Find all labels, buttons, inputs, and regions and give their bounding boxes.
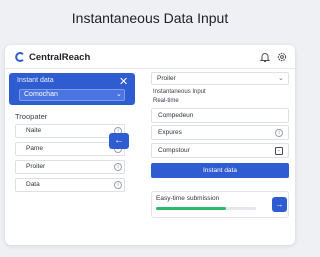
list-item-label: Naite [26,127,42,134]
instantaneous-input-label: Instantaneous Input [153,89,206,95]
submission-label: Easy-time submission [156,195,220,202]
select-value: Proiler [157,75,176,82]
bell-icon[interactable] [259,51,271,63]
list-item[interactable]: Proiter i [15,160,125,174]
info-icon[interactable]: i [114,181,122,189]
compedeun-field[interactable]: Compedeun [151,108,289,123]
instant-data-button[interactable]: Instant data [151,163,289,178]
move-left-button[interactable]: ← [109,133,129,149]
list-item[interactable]: Data i [15,178,125,192]
select-value: Comochan [24,91,58,98]
page-title: Instantaneous Data Input [71,10,229,26]
gear-icon[interactable] [276,51,288,63]
instant-data-title: Instant data [17,77,54,84]
field-value: Compedeun [158,112,194,119]
close-icon[interactable]: ✕ [119,75,128,88]
submission-progress [156,207,256,210]
top-bar: CentralReach [5,45,295,69]
logo-icon [15,52,24,62]
expures-field[interactable]: Expures i [151,125,289,140]
info-icon[interactable]: i [114,163,122,171]
brand-name: CentralReach [29,52,91,63]
list-item-label: Data [26,181,40,188]
app-window: CentralReach Instant data ✕ Comochan ⌄ T… [5,45,295,245]
minus-icon[interactable]: − [275,147,283,155]
submission-card: Easy-time submission → [151,191,289,218]
chevron-down-icon: ⌄ [278,75,284,82]
submit-arrow-button[interactable]: → [272,197,287,212]
field-value: Compstour [158,147,190,154]
list-item-label: Pame [26,145,43,152]
chevron-down-icon: ⌄ [116,91,122,98]
compstour-field[interactable]: Compstour − [151,143,289,158]
proiler-select[interactable]: Proiler ⌄ [151,72,289,85]
list-item-label: Proiter [26,163,46,170]
comochan-select[interactable]: Comochan ⌄ [19,89,125,101]
field-value: Expures [158,129,182,136]
section-label: Troopater [15,112,48,121]
instant-data-header: Instant data ✕ Comochan ⌄ [9,73,135,105]
real-time-label: Real-time [153,98,179,104]
info-icon[interactable]: i [275,129,283,137]
progress-fill [156,207,226,210]
